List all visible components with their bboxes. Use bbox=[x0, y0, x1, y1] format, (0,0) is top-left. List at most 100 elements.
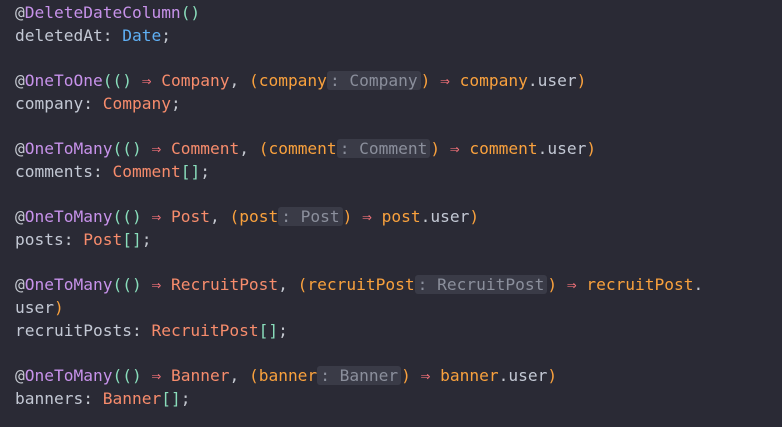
colon: : bbox=[63, 229, 84, 249]
property-name: banners bbox=[15, 388, 84, 408]
class-name: Post bbox=[170, 207, 210, 227]
colon: : bbox=[83, 388, 103, 408]
code-line-company: company: Company; bbox=[0, 93, 782, 116]
param-open: ( bbox=[248, 71, 259, 91]
arrow-parens: () bbox=[122, 139, 142, 159]
dot: . bbox=[537, 139, 548, 159]
decorator-name: OneToOne bbox=[24, 71, 103, 91]
param-open: ( bbox=[229, 207, 240, 227]
param-close: ) bbox=[401, 366, 411, 385]
comma: , bbox=[229, 366, 249, 385]
close-paren: ) bbox=[53, 297, 64, 317]
field-name: user bbox=[547, 139, 587, 159]
open-paren: ( bbox=[112, 139, 123, 159]
code-line-one-to-many-banner: @OneToMany(() ⇒ Banner, (banner: Banner)… bbox=[0, 365, 782, 388]
array-brackets: [] bbox=[161, 388, 181, 408]
semicolon: ; bbox=[180, 388, 191, 408]
property-name: recruitPosts bbox=[15, 320, 132, 340]
arrow: ⇒ bbox=[430, 71, 460, 91]
code-line-delete-date-column: @DeleteDateColumn() bbox=[0, 2, 782, 25]
inlay-type-hint: : RecruitPost bbox=[414, 275, 548, 295]
class-name: Company bbox=[161, 71, 230, 91]
field-name: user bbox=[430, 207, 470, 227]
code-line-deleted-at: deletedAt: Date; bbox=[0, 25, 782, 48]
param-name: post bbox=[239, 207, 279, 227]
decorator-name: OneToMany bbox=[24, 366, 113, 385]
property-type: Company bbox=[102, 93, 171, 113]
param-ref: banner bbox=[440, 366, 499, 385]
decorator-name: OneToMany bbox=[24, 275, 113, 295]
decorator-at: @ bbox=[15, 366, 25, 385]
array-brackets: [] bbox=[258, 320, 279, 340]
param-open: ( bbox=[258, 139, 269, 159]
property-type: Banner bbox=[102, 388, 162, 408]
decorator-at: @ bbox=[15, 207, 25, 227]
arrow: ⇒ bbox=[352, 207, 382, 227]
arrow-parens: () bbox=[122, 275, 142, 295]
array-brackets: [] bbox=[180, 161, 201, 181]
open-paren: ( bbox=[112, 275, 123, 295]
semicolon: ; bbox=[278, 320, 288, 340]
semicolon: ; bbox=[170, 93, 181, 113]
code-line-one-to-one-company: @OneToOne(() ⇒ Company, (company: Compan… bbox=[0, 70, 782, 93]
colon: : bbox=[83, 93, 103, 113]
close-paren: ) bbox=[586, 139, 597, 159]
param-ref: company bbox=[459, 71, 528, 91]
comma: , bbox=[229, 71, 249, 91]
arrow: ⇒ bbox=[141, 207, 171, 227]
property-name: deletedAt bbox=[15, 25, 103, 45]
semicolon: ; bbox=[141, 229, 152, 249]
open-paren: ( bbox=[112, 366, 123, 385]
code-line-recruit-posts: recruitPosts: RecruitPost[]; bbox=[0, 320, 782, 343]
arrow-parens: () bbox=[122, 366, 142, 385]
inlay-type-hint: : Post bbox=[278, 207, 343, 227]
param-close: ) bbox=[430, 139, 441, 159]
param-open: ( bbox=[297, 275, 308, 295]
code-line-banners: banners: Banner[]; bbox=[0, 388, 782, 411]
property-name: company bbox=[15, 93, 84, 113]
comma: , bbox=[209, 207, 230, 227]
dot: . bbox=[693, 275, 704, 295]
arrow: ⇒ bbox=[440, 139, 470, 159]
close-paren: ) bbox=[576, 71, 587, 91]
code-line-recruit-post-wrap: user) bbox=[0, 297, 782, 320]
arrow: ⇒ bbox=[131, 71, 162, 91]
field-name: user bbox=[508, 366, 548, 385]
decorator-at: @ bbox=[15, 275, 25, 295]
dot: . bbox=[527, 71, 538, 91]
decorator-at: @ bbox=[15, 139, 25, 159]
code-line-one-to-many-comment: @OneToMany(() ⇒ Comment, (comment: Comme… bbox=[0, 138, 782, 161]
decorator-name: OneToMany bbox=[24, 139, 113, 159]
property-type: Comment bbox=[112, 161, 181, 181]
arrow-parens: () bbox=[112, 71, 132, 91]
param-ref: recruitPost bbox=[586, 275, 694, 295]
colon: : bbox=[131, 320, 152, 340]
class-name: Comment bbox=[170, 139, 240, 159]
array-brackets: [] bbox=[122, 229, 142, 249]
inlay-type-hint: : Comment bbox=[336, 139, 431, 159]
decorator-name: DeleteDateColumn bbox=[24, 3, 181, 22]
param-ref: post bbox=[381, 207, 421, 227]
param-close: ) bbox=[547, 275, 558, 295]
code-line-comments: comments: Comment[]; bbox=[0, 161, 782, 184]
param-name: comment bbox=[268, 139, 337, 159]
semicolon: ; bbox=[200, 161, 210, 181]
arrow: ⇒ bbox=[141, 275, 171, 295]
dot: . bbox=[498, 366, 509, 385]
property-type: Date bbox=[122, 25, 162, 45]
colon: : bbox=[102, 25, 123, 45]
param-open: ( bbox=[248, 366, 259, 385]
code-editor[interactable]: @DeleteDateColumn() deletedAt: Date; @On… bbox=[0, 0, 782, 427]
semicolon: ; bbox=[161, 25, 171, 45]
property-name: comments bbox=[15, 161, 93, 181]
comma: , bbox=[278, 275, 298, 295]
param-name: recruitPost bbox=[307, 275, 415, 295]
open-paren: ( bbox=[112, 207, 123, 227]
property-name: posts bbox=[15, 229, 64, 249]
class-name: Banner bbox=[170, 366, 230, 385]
code-line-one-to-many-post: @OneToMany(() ⇒ Post, (post: Post) ⇒ pos… bbox=[0, 206, 782, 229]
